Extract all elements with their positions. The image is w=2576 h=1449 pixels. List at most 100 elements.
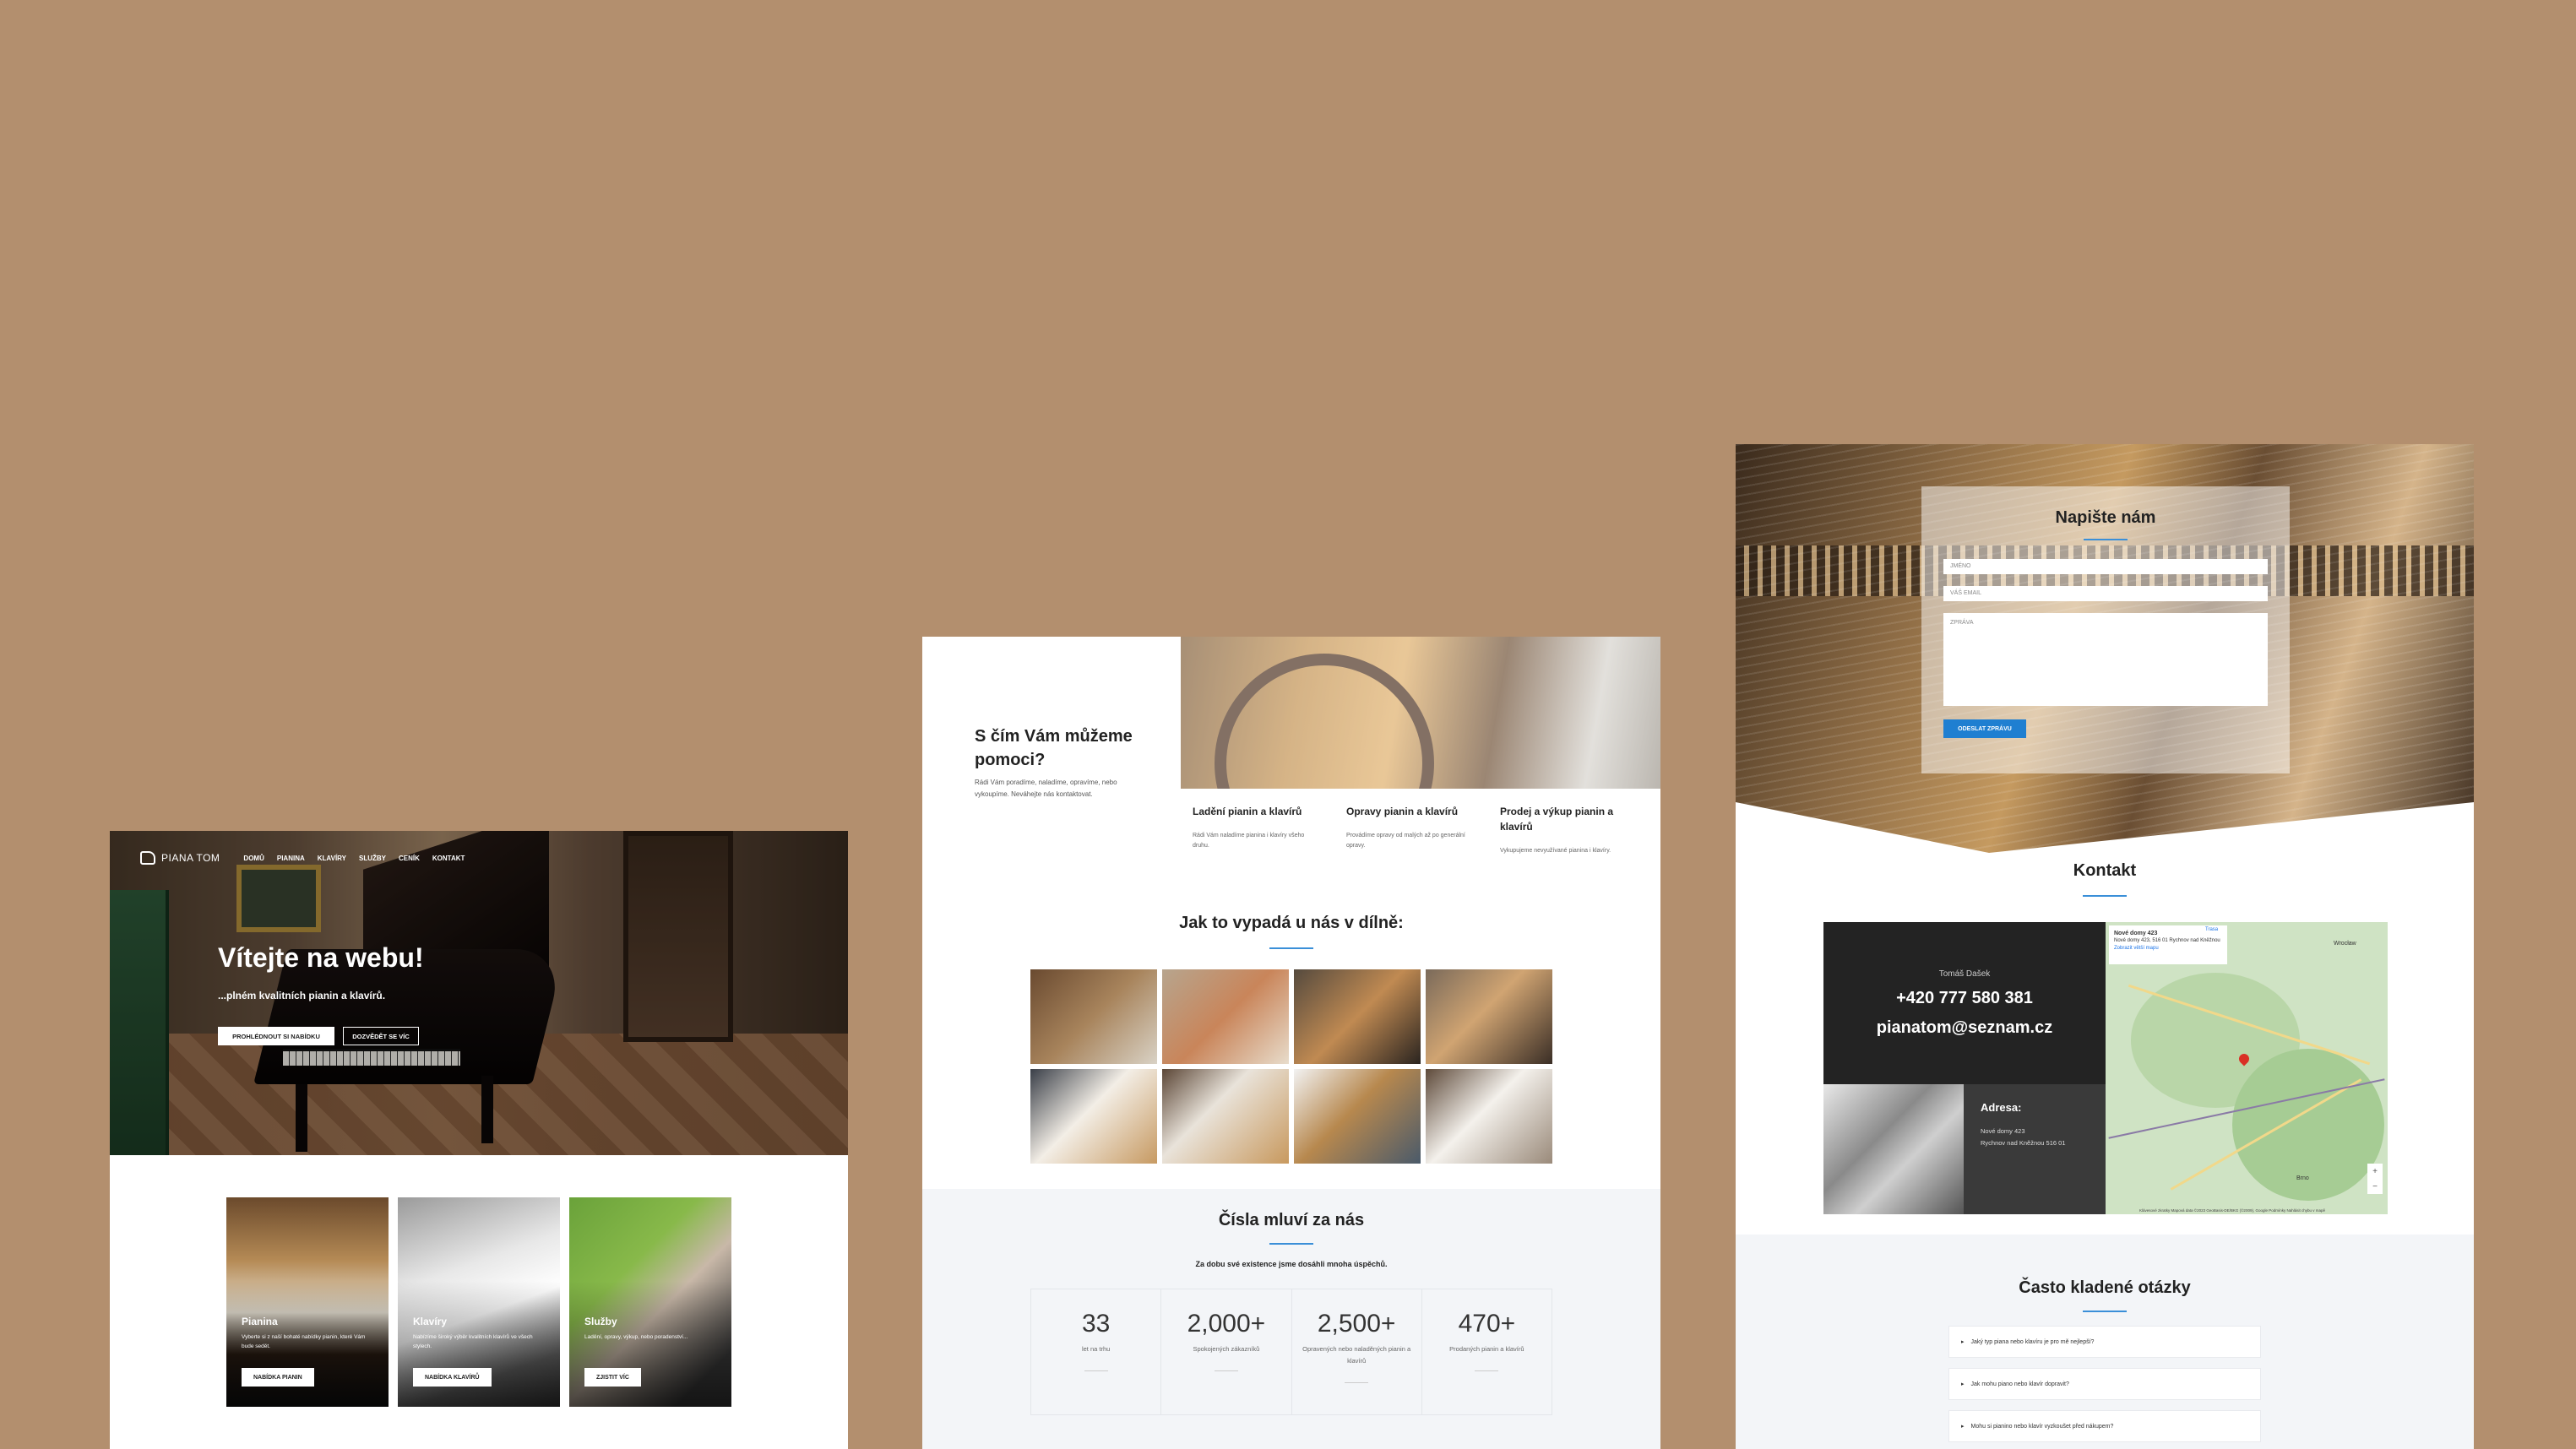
browse-offer-button[interactable]: PROHLÉDNOUT SI NABÍDKU (218, 1027, 334, 1045)
gallery-photo[interactable] (1294, 969, 1421, 1064)
stat-item: 470+ Prodaných pianin a klavírů (1422, 1289, 1552, 1414)
map-footer: Klávesové zkratky Mapová data ©2023 GeoB… (2139, 1208, 2325, 1213)
name-input[interactable]: JMÉNO (1943, 559, 2268, 574)
gallery-title: Jak to vypadá u nás v dílně: (1179, 914, 1404, 932)
map-zoom-control[interactable]: + − (2367, 1164, 2383, 1194)
workshop-photo (1823, 1084, 1964, 1214)
nav-pianina[interactable]: PIANINA (277, 855, 305, 862)
hero-title: Vítejte na webu! (218, 942, 424, 973)
card-button[interactable]: NABÍDKA PIANIN (242, 1368, 314, 1387)
site-logo[interactable]: PIANA TOM (140, 851, 220, 865)
nav-kontakt[interactable]: KONTAKT (432, 855, 465, 862)
stat-number: 2,000+ (1187, 1310, 1266, 1338)
card-sluzby[interactable]: Služby Ladění, opravy, výkup, nebo porad… (569, 1197, 731, 1407)
stat-label: Spokojených zákazníků (1193, 1345, 1260, 1353)
nav-klaviry[interactable]: KLAVÍRY (318, 855, 346, 862)
title-underline (1269, 947, 1313, 949)
gallery-photo[interactable] (1426, 969, 1552, 1064)
service-repairs: Opravy pianin a klavírů Provádíme opravy… (1334, 789, 1488, 888)
learn-more-button[interactable]: DOZVĚDĚT SE VÍC (343, 1027, 419, 1045)
card-title: Pianina (242, 1316, 278, 1327)
stats-row: 33 let na trhu 2,000+ Spokojených zákazn… (1030, 1289, 1552, 1415)
gallery-photo[interactable] (1162, 1069, 1289, 1164)
larger-map-link[interactable]: Zobrazit větší mapu (2114, 945, 2222, 952)
stat-item: 2,500+ Opravených nebo naladěných pianin… (1292, 1289, 1422, 1414)
card-description: Vyberte si z naší bohaté nabídky pianin,… (242, 1334, 366, 1349)
message-textarea[interactable]: ZPRÁVA (1943, 613, 2268, 706)
nav-home[interactable]: DOMŮ (243, 855, 264, 862)
faq-item[interactable]: ▸ Jaký typ piana nebo klavíru je pro mě … (1948, 1326, 2261, 1358)
chevron-right-icon: ▸ (1961, 1424, 1965, 1430)
gallery-photo[interactable] (1426, 1069, 1552, 1164)
stats-title: Čísla mluví za nás (1218, 1211, 1365, 1229)
faq-item[interactable]: ▸ Mohu si pianino nebo klavír vyzkoušet … (1948, 1410, 2261, 1442)
send-message-button[interactable]: ODESLAT ZPRÁVU (1943, 719, 2026, 738)
address-box: Adresa: Nové domy 423 Rychnov nad Kněžno… (1964, 1084, 2106, 1214)
chevron-right-icon: ▸ (1961, 1339, 1965, 1345)
nav-cenik[interactable]: CENÍK (399, 855, 420, 862)
help-text: Rádi Vám poradíme, naladíme, opravíme, n… (975, 779, 1117, 798)
gallery-photo[interactable] (1030, 969, 1157, 1064)
directions-link[interactable]: Trasa (2205, 927, 2218, 932)
zoom-in-icon[interactable]: + (2372, 1167, 2378, 1176)
address-line: Rychnov nad Kněžnou 516 01 (1981, 1139, 2066, 1147)
stat-divider (1475, 1370, 1499, 1371)
workshop-gallery (1030, 969, 1552, 1164)
stat-number: 33 (1081, 1310, 1111, 1338)
gallery-photo[interactable] (1030, 1069, 1157, 1164)
faq-question: Jaký typ piana nebo klavíru je pro mě ne… (1970, 1338, 2095, 1345)
card-button[interactable]: ZJISTIT VÍC (584, 1368, 641, 1387)
address-line: Nové domy 423 (1981, 1127, 2025, 1135)
map-label: Wrocław (2334, 941, 2356, 947)
stat-divider (1084, 1370, 1108, 1371)
email-input[interactable]: VÁŠ EMAIL (1943, 586, 2268, 601)
title-underline (2084, 539, 2128, 540)
workshop-image (1181, 637, 1660, 873)
contact-person: Tomáš Dašek (1938, 969, 1991, 979)
map-label: Brno (2296, 1175, 2309, 1181)
card-description: Nabízíme široký výběr kvalitních klavírů… (413, 1334, 533, 1349)
google-map[interactable]: Nové domy 423 Nové domy 423, 516 01 Rych… (2106, 922, 2388, 1214)
contact-phone[interactable]: +420 777 580 381 (1823, 989, 2106, 1008)
service-description: Rádi Vám naladíme pianina i klavíry všeh… (1193, 833, 1305, 849)
help-title: S čím Vám můžeme pomoci? (975, 727, 1133, 769)
faq-item[interactable]: ▸ Jak mohu piano nebo klavír dopravit? (1948, 1368, 2261, 1400)
hero-banner: PIANA TOM DOMŮ PIANINA KLAVÍRY SLUŽBY CE… (110, 831, 848, 1155)
stat-divider (1214, 1370, 1238, 1371)
card-pianina[interactable]: Pianina Vyberte si z naší bohaté nabídky… (226, 1197, 389, 1407)
contact-email[interactable]: pianatom@seznam.cz (1823, 1018, 2106, 1038)
stats-subtitle: Za dobu své existence jsme dosáhli mnoha… (1195, 1260, 1388, 1268)
stat-number: 2,500+ (1317, 1310, 1396, 1338)
stat-label: let na trhu (1081, 1345, 1111, 1353)
faq-question: Jak mohu piano nebo klavír dopravit? (1970, 1381, 2069, 1387)
service-title: Opravy pianin a klavírů (1346, 806, 1459, 817)
map-place-address: Nové domy 423, 516 01 Rychnov nad Kněžno… (2114, 938, 2220, 943)
stat-label: Opravených nebo naladěných pianin a klav… (1302, 1345, 1411, 1365)
card-button[interactable]: NABÍDKA KLAVÍRŮ (413, 1368, 492, 1387)
form-title: Napište nám (2055, 508, 2156, 527)
title-underline (1269, 1243, 1313, 1245)
service-tuning: Ladění pianin a klavírů Rádi Vám naladím… (1181, 789, 1334, 888)
homepage-panel: PIANA TOM DOMŮ PIANINA KLAVÍRY SLUŽBY CE… (110, 831, 848, 1449)
zoom-out-icon[interactable]: − (2372, 1182, 2378, 1191)
contact-panel: Napište nám JMÉNO VÁŠ EMAIL ZPRÁVA ODESL… (1736, 444, 2474, 1449)
card-klaviry[interactable]: Klavíry Nabízíme široký výběr kvalitních… (398, 1197, 560, 1407)
faq-title: Často kladené otázky (2019, 1278, 2191, 1297)
image-overlay (1181, 637, 1660, 789)
stat-number: 470+ (1458, 1310, 1516, 1338)
main-nav: PIANA TOM DOMŮ PIANINA KLAVÍRY SLUŽBY CE… (140, 848, 477, 868)
service-title: Ladění pianin a klavírů (1193, 806, 1302, 817)
title-underline (2083, 1311, 2127, 1312)
nav-sluzby[interactable]: SLUŽBY (359, 855, 386, 862)
service-description: Provádíme opravy od malých až po generál… (1346, 833, 1465, 849)
card-title: Služby (584, 1316, 617, 1327)
services-panel: S čím Vám můžeme pomoci? Rádi Vám poradí… (922, 637, 1660, 1449)
stat-item: 2,000+ Spokojených zákazníků (1161, 1289, 1292, 1414)
contact-card: Tomáš Dašek +420 777 580 381 pianatom@se… (1823, 922, 2106, 1084)
gallery-photo[interactable] (1294, 1069, 1421, 1164)
hero-subtitle: ...plném kvalitních pianin a klavírů. (218, 990, 386, 1001)
gallery-photo[interactable] (1162, 969, 1289, 1064)
service-title: Prodej a výkup pianin a klavírů (1500, 806, 1614, 833)
address-title: Adresa: (1981, 1101, 2022, 1114)
stat-divider (1345, 1382, 1369, 1383)
